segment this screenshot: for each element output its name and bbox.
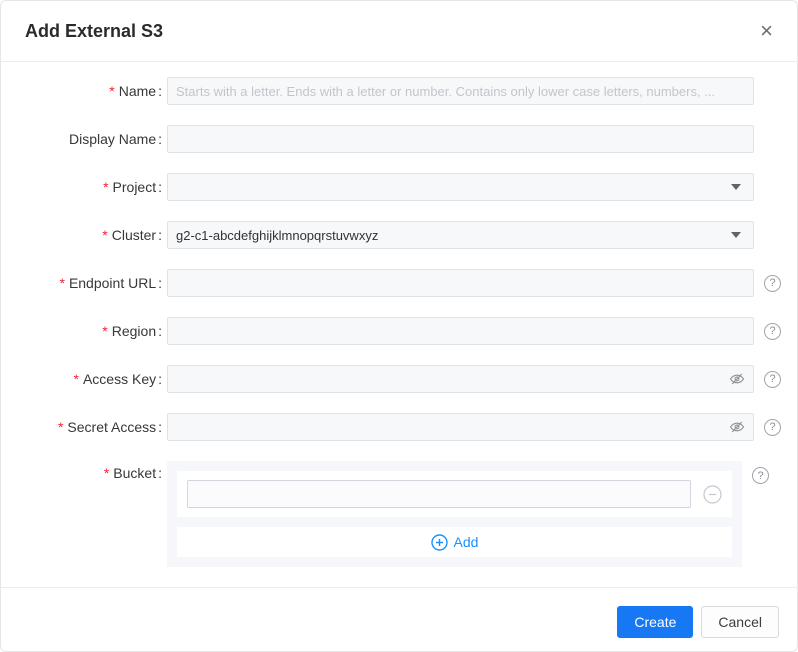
secret-access-input[interactable]: [167, 413, 754, 441]
chevron-down-icon: [731, 184, 741, 190]
help-icon[interactable]: ?: [752, 467, 769, 484]
eye-invisible-icon[interactable]: [729, 419, 745, 435]
required-asterisk: *: [102, 323, 108, 339]
required-asterisk: *: [103, 465, 110, 481]
cluster-select[interactable]: g2-c1-abcdefghijklmnopqrstuvwxyz: [167, 221, 754, 249]
cluster-label: * Cluster: [1, 221, 167, 249]
secret-access-label: * Secret Access: [1, 413, 167, 441]
cancel-button[interactable]: Cancel: [701, 605, 779, 638]
help-icon[interactable]: ?: [764, 370, 781, 388]
remove-bucket-icon[interactable]: [703, 484, 722, 504]
cluster-select-value: g2-c1-abcdefghijklmnopqrstuvwxyz: [176, 227, 379, 243]
endpoint-url-input[interactable]: [167, 269, 754, 297]
required-asterisk: *: [59, 275, 65, 291]
add-bucket-label: Add: [453, 534, 479, 550]
add-external-s3-modal: Add External S3 × *Name Display Name *Pr…: [0, 0, 798, 652]
display-name-label: Display Name: [1, 125, 167, 153]
chevron-down-icon: [731, 232, 741, 238]
form-row-display-name: Display Name: [1, 125, 797, 153]
access-key-input[interactable]: [167, 365, 754, 393]
form-row-region: *Region ?: [1, 317, 797, 345]
required-asterisk: *: [103, 179, 109, 195]
bucket-item-row: [177, 471, 732, 517]
required-asterisk: *: [73, 371, 79, 387]
region-input[interactable]: [167, 317, 754, 345]
help-icon[interactable]: ?: [764, 418, 781, 436]
form-row-bucket: * Bucket: Add ?: [1, 461, 797, 567]
form-row-secret-access: *Secret Access ?: [1, 413, 797, 441]
create-button[interactable]: Create: [617, 605, 694, 638]
required-asterisk: *: [57, 419, 64, 435]
name-input[interactable]: [167, 77, 754, 105]
access-key-label: * Access Key: [1, 365, 167, 393]
plus-circle-icon: [430, 533, 448, 551]
region-label: * Region: [1, 317, 167, 345]
project-label: * Project: [1, 173, 167, 201]
help-icon[interactable]: ?: [764, 274, 781, 292]
required-asterisk: *: [102, 227, 108, 243]
add-bucket-button[interactable]: Add: [177, 527, 732, 557]
modal-title: Add External S3: [25, 20, 164, 41]
modal-header: Add External S3 ×: [1, 1, 797, 62]
form-row-endpoint-url: *Endpoint URL ?: [1, 269, 797, 297]
close-icon[interactable]: ×: [760, 20, 773, 42]
modal-footer: Create Cancel: [1, 587, 797, 651]
project-select[interactable]: [167, 173, 754, 201]
display-name-input[interactable]: [167, 125, 754, 153]
name-label: * Name: [1, 77, 167, 105]
form-row-name: * Name: [1, 77, 797, 105]
help-icon[interactable]: ?: [764, 322, 781, 340]
required-asterisk: *: [109, 83, 115, 99]
bucket-input[interactable]: [187, 480, 691, 508]
form-row-project: * Project: [1, 173, 797, 201]
form-row-cluster: *Cluster g2-c1-abcdefghijklmnopqrstuvwxy…: [1, 221, 797, 249]
bucket-label: * Bucket: [1, 461, 167, 483]
modal-body: *Name Display Name *Project: [1, 62, 797, 587]
form-row-access-key: *Access Key ?: [1, 365, 797, 393]
bucket-panel: Add: [167, 461, 742, 567]
eye-invisible-icon[interactable]: [729, 371, 745, 387]
endpoint-url-label: * Endpoint URL: [1, 269, 167, 297]
